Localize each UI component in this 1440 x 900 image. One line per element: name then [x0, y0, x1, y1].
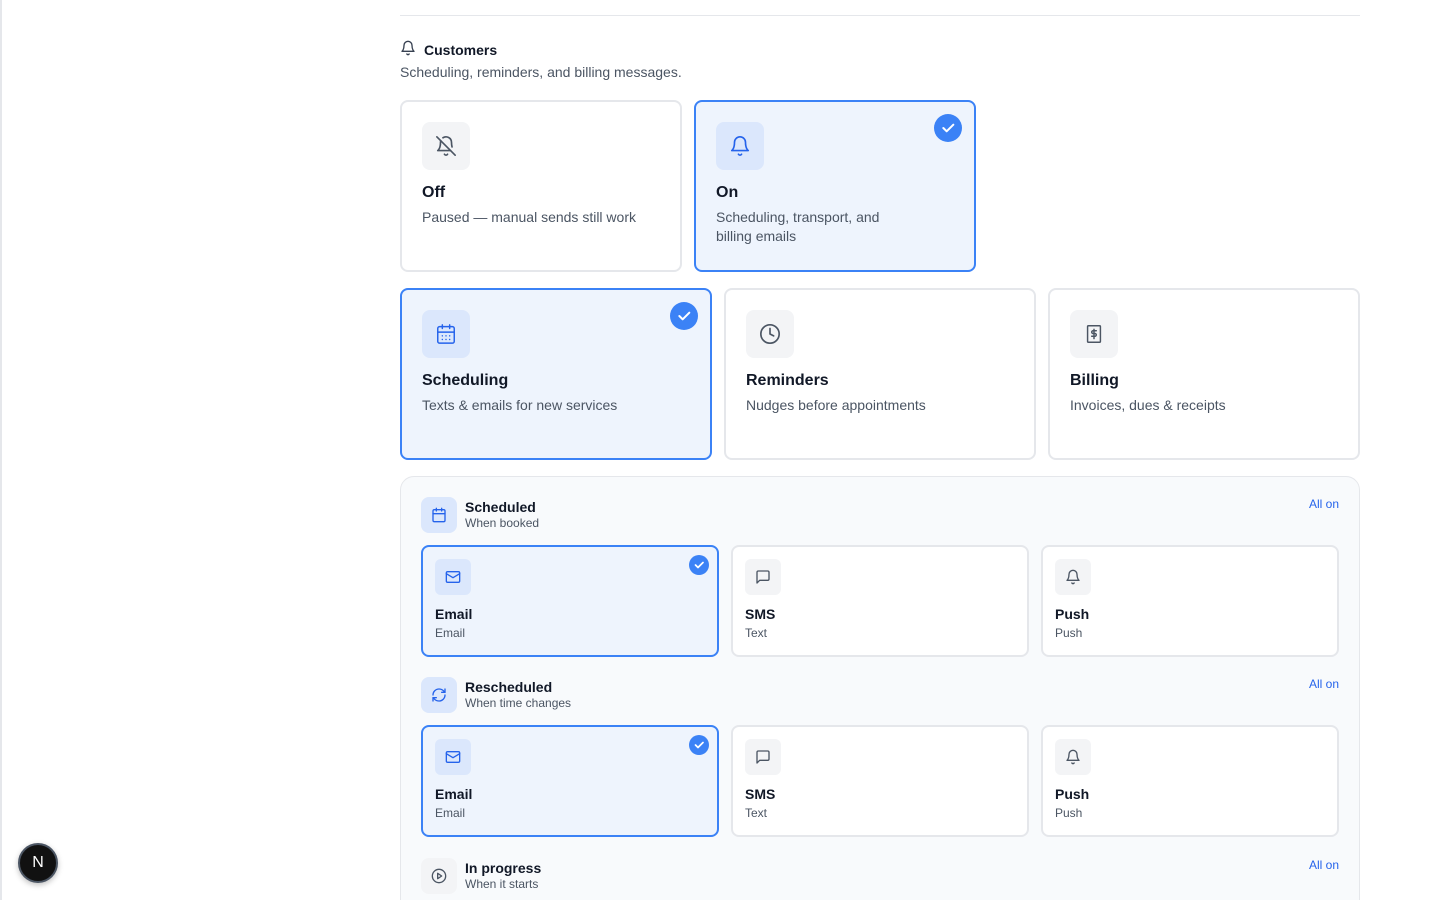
mode-option-description: Scheduling, transport, and billing email… [716, 209, 880, 244]
event-title: Scheduled [465, 499, 536, 515]
category-title: Reminders [746, 372, 829, 389]
event-subtitle: When time changes [465, 696, 572, 710]
category-billing[interactable]: Billing Invoices, dues & receipts [1048, 288, 1360, 460]
bell-icon [400, 40, 416, 61]
check-icon [670, 302, 698, 330]
receipt-icon [1070, 310, 1118, 358]
category-title: Scheduling [422, 372, 509, 389]
channel-sms-rescheduled[interactable]: SMS Text [731, 725, 1029, 837]
channel-email-rescheduled[interactable]: Email Email [421, 725, 719, 837]
play-circle-icon [421, 858, 457, 894]
channel-email-scheduled[interactable]: Email Email [421, 545, 719, 657]
clock-icon [746, 310, 794, 358]
mode-option-title: Off [422, 184, 446, 201]
dev-tools-badge[interactable]: N [18, 843, 58, 883]
all-on-link[interactable]: All on [1309, 497, 1339, 511]
channel-title: Email [435, 786, 473, 802]
section-header: Customers [400, 40, 497, 60]
channel-subtitle: Text [745, 806, 768, 820]
bell-icon [716, 122, 764, 170]
category-description: Invoices, dues & receipts [1070, 397, 1226, 413]
mail-icon [435, 559, 471, 595]
channel-title: Push [1055, 606, 1090, 622]
channel-title: Push [1055, 786, 1090, 802]
calendar-icon [421, 497, 457, 533]
section-description: Scheduling, reminders, and billing messa… [400, 64, 682, 80]
refresh-icon [421, 677, 457, 713]
event-header-rescheduled: Rescheduled When time changes [421, 677, 571, 713]
channel-sms-scheduled[interactable]: SMS Text [731, 545, 1029, 657]
channel-subtitle: Push [1055, 806, 1083, 820]
channel-push-rescheduled[interactable]: Push Push [1041, 725, 1339, 837]
channel-title: SMS [745, 606, 776, 622]
channel-subtitle: Email [435, 806, 466, 820]
mode-option-description: Paused — manual sends still work [422, 209, 636, 225]
category-reminders[interactable]: Reminders Nudges before appointments [724, 288, 1036, 460]
mode-option-title: On [716, 184, 739, 201]
message-icon [745, 739, 781, 775]
message-icon [745, 559, 781, 595]
bell-icon [1055, 739, 1091, 775]
channel-title: Email [435, 606, 473, 622]
channel-push-scheduled[interactable]: Push Push [1041, 545, 1339, 657]
mode-option-off[interactable]: Off Paused — manual sends still work [400, 100, 682, 272]
events-panel: Scheduled When booked All on Email Email… [400, 476, 1360, 900]
event-title: In progress [465, 860, 542, 876]
left-rail-divider [0, 0, 2, 900]
category-scheduling[interactable]: Scheduling Texts & emails for new servic… [400, 288, 712, 460]
bell-icon [1055, 559, 1091, 595]
check-icon [934, 114, 962, 142]
event-header-scheduled: Scheduled When booked [421, 497, 539, 533]
mail-icon [435, 739, 471, 775]
event-title: Rescheduled [465, 679, 553, 695]
channel-subtitle: Text [745, 626, 768, 640]
channel-subtitle: Push [1055, 626, 1083, 640]
top-divider [400, 15, 1360, 16]
bell-off-icon [422, 122, 470, 170]
event-header-in-progress: In progress When it starts [421, 858, 541, 894]
check-icon [689, 735, 709, 755]
channel-subtitle: Email [435, 626, 466, 640]
category-title: Billing [1070, 372, 1119, 389]
mode-option-on[interactable]: On Scheduling, transport, and billing em… [694, 100, 976, 272]
all-on-link[interactable]: All on [1309, 858, 1339, 872]
channel-title: SMS [745, 786, 776, 802]
category-description: Nudges before appointments [746, 397, 926, 413]
event-subtitle: When it starts [465, 877, 539, 891]
event-subtitle: When booked [465, 516, 540, 530]
category-description: Texts & emails for new services [422, 397, 618, 413]
notifications-settings: Customers Scheduling, reminders, and bil… [400, 0, 1360, 900]
check-icon [689, 555, 709, 575]
section-title: Customers [424, 42, 498, 58]
all-on-link[interactable]: All on [1309, 677, 1339, 691]
calendar-icon [422, 310, 470, 358]
